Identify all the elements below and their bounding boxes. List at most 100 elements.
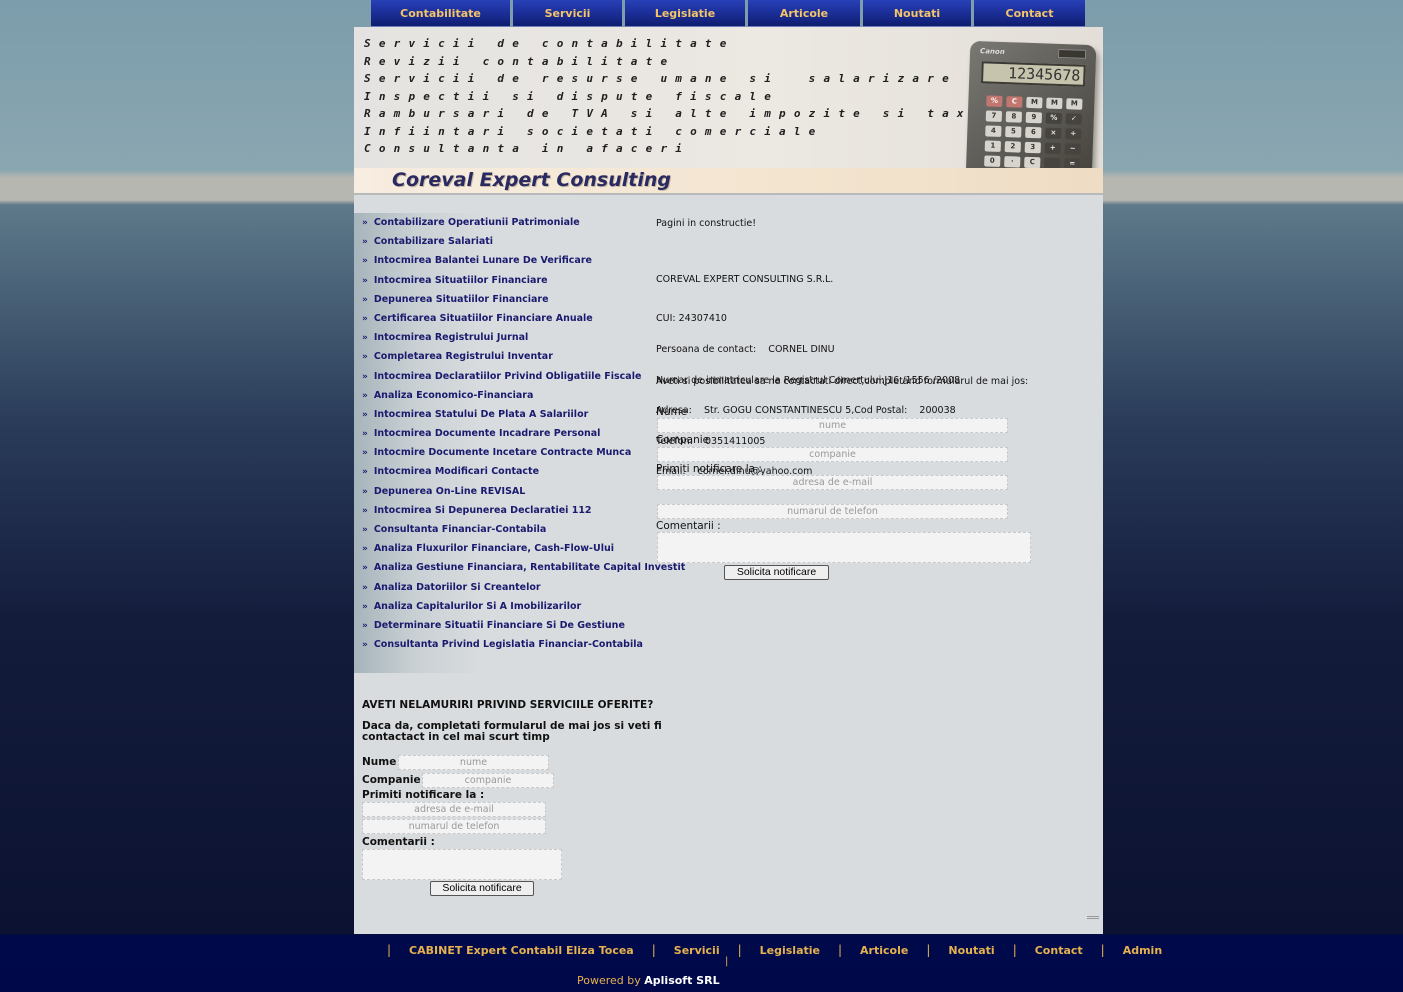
sidebar-item[interactable]: » Intocmirea Modificari Contacte bbox=[354, 462, 646, 481]
header-banner: Servicii de contabilitate Revizii contab… bbox=[354, 27, 1103, 195]
sidebar-item[interactable]: » Intocmire Documente Incetare Contracte … bbox=[354, 443, 646, 462]
sidebar-item[interactable]: » Contabilizare Operatiunii Patrimoniale bbox=[354, 213, 646, 232]
key: 0 bbox=[984, 155, 1001, 167]
sidebar-item-label: Certificarea Situatiilor Financiare Anua… bbox=[373, 312, 593, 324]
key: ✓ bbox=[1065, 113, 1083, 125]
sidebar-item[interactable]: » Intocmirea Declaratiilor Privind Obliga… bbox=[354, 367, 646, 386]
logo-strip: Coreval Expert Consulting bbox=[354, 168, 1103, 195]
footer-separator: | bbox=[926, 943, 931, 957]
left-comments-label: Comentarii : bbox=[362, 836, 435, 848]
sidebar-item[interactable]: » Determinare Situatii Financiare Si De G… bbox=[354, 616, 646, 635]
left-comments-textarea[interactable] bbox=[362, 849, 562, 880]
double-chevron-right-icon: » bbox=[362, 313, 368, 324]
sidebar-item-label: Depunerea Situatiilor Financiare bbox=[373, 293, 549, 305]
key: % bbox=[986, 95, 1003, 107]
sidebar-item[interactable]: » Intocmirea Balantei Lunare De Verificar… bbox=[354, 251, 646, 270]
sidebar-item-label: Consultanta Financiar-Contabila bbox=[373, 524, 547, 535]
footer-link-noutati[interactable]: Noutati bbox=[948, 944, 994, 957]
left-name-input[interactable]: nume bbox=[398, 755, 549, 770]
double-chevron-right-icon: » bbox=[362, 582, 368, 593]
double-chevron-right-icon: » bbox=[362, 620, 368, 631]
key: M bbox=[1026, 96, 1043, 109]
top-navigation: Contabilitate Servicii Legislatie Artico… bbox=[371, 0, 1088, 27]
double-chevron-right-icon: » bbox=[362, 256, 368, 267]
calculator-brand: Canon bbox=[979, 47, 1005, 57]
sidebar-item-label: Intocmirea Declaratiilor Privind Obligat… bbox=[373, 370, 642, 382]
right-comments-textarea[interactable] bbox=[657, 532, 1031, 563]
left-email-input[interactable]: adresa de e-mail bbox=[362, 802, 546, 817]
services-sidebar: » Contabilizare Operatiunii Patrimoniale»… bbox=[354, 213, 685, 673]
nav-tab-legislatie[interactable]: Legislatie bbox=[625, 0, 745, 27]
footer-link-contact[interactable]: Contact bbox=[1035, 944, 1083, 957]
sidebar-item[interactable]: » Intocmirea Registrului Jurnal bbox=[354, 328, 646, 347]
footer-separator: | bbox=[725, 956, 729, 967]
key: 5 bbox=[1005, 126, 1022, 138]
left-form-intro: Daca da, completati formularul de mai jo… bbox=[362, 721, 662, 743]
left-phone-input[interactable]: numarul de telefon bbox=[362, 819, 546, 834]
sidebar-item[interactable]: » Completarea Registrului Inventar bbox=[354, 347, 646, 366]
sidebar-item-label: Consultanta Privind Legislatia Financiar… bbox=[373, 639, 643, 651]
right-name-label: Nume bbox=[656, 406, 688, 418]
left-company-input[interactable]: companie bbox=[422, 773, 554, 788]
nav-tab-noutati[interactable]: Noutati bbox=[863, 0, 971, 27]
powered-by-company[interactable]: Aplisoft SRL bbox=[644, 974, 719, 987]
sidebar-item-label: Analiza Capitalurilor Si A Imobilizarilo… bbox=[373, 600, 582, 612]
sidebar-item[interactable]: » Depunerea Situatiilor Financiare bbox=[354, 290, 646, 309]
key: 2 bbox=[1004, 141, 1021, 153]
sidebar-item-label: Depunerea On-Line REVISAL bbox=[373, 485, 526, 497]
key: C bbox=[1006, 96, 1023, 108]
nav-tab-servicii[interactable]: Servicii bbox=[513, 0, 622, 27]
calculator-keypad: % C M M M 7 8 9 % ✓ 4 5 6 × ÷ 1 2 3 + − bbox=[984, 95, 1083, 170]
double-chevron-right-icon: » bbox=[362, 601, 368, 612]
double-chevron-right-icon: » bbox=[362, 333, 368, 344]
sidebar-item-label: Intocmirea Documente Incadrare Personal bbox=[373, 428, 601, 440]
nav-tab-contact[interactable]: Contact bbox=[974, 0, 1085, 27]
site-logo[interactable]: Coreval Expert Consulting bbox=[392, 169, 671, 191]
sidebar-item[interactable]: » Contabilizare Salariati bbox=[354, 232, 646, 251]
calculator-image: Canon 12345678 % C M M M 7 8 9 % ✓ 4 5 6… bbox=[965, 40, 1097, 186]
sidebar-item[interactable]: » Analiza Gestiune Financiara, Rentabilit… bbox=[354, 558, 685, 577]
right-email-input[interactable]: adresa de e-mail bbox=[657, 475, 1008, 490]
services-list: » Contabilizare Operatiunii Patrimoniale»… bbox=[354, 213, 685, 654]
key: 1 bbox=[984, 140, 1002, 152]
company-name: COREVAL EXPERT CONSULTING S.R.L. bbox=[656, 274, 834, 285]
footer-link-articole[interactable]: Articole bbox=[860, 944, 908, 957]
footer-link-cabinet[interactable]: CABINET Expert Contabil Eliza Tocea bbox=[409, 944, 634, 957]
tagline-line: Revizii contabilitate bbox=[364, 54, 676, 68]
left-notify-label: Primiti notificare la : bbox=[362, 789, 485, 801]
right-phone-input[interactable]: numarul de telefon bbox=[657, 504, 1008, 519]
footer-link-admin[interactable]: Admin bbox=[1123, 944, 1162, 957]
sidebar-item[interactable]: » Intocmirea Si Depunerea Declaratiei 112 bbox=[354, 501, 646, 520]
sidebar-item[interactable]: » Intocmirea Documente Incadrare Personal bbox=[354, 424, 646, 443]
sidebar-item[interactable]: » Analiza Economico-Financiara bbox=[354, 386, 646, 405]
left-form-intro-line2: contactact in cel mai scurt timp bbox=[362, 731, 550, 743]
sidebar-item[interactable]: » Intocmirea Situatiilor Financiare bbox=[354, 271, 646, 290]
key: · bbox=[1004, 156, 1021, 168]
left-submit-button[interactable]: Solicita notificare bbox=[430, 881, 534, 896]
contact-possibility-text: Aveti si posibilitatea sa ne contactati … bbox=[656, 376, 1029, 387]
sidebar-item[interactable]: » Analiza Capitalurilor Si A Imobilizaril… bbox=[354, 597, 646, 616]
double-chevron-right-icon: » bbox=[362, 525, 368, 535]
footer-separator: | bbox=[651, 943, 656, 957]
double-chevron-right-icon: » bbox=[362, 237, 368, 248]
footer-link-legislatie[interactable]: Legislatie bbox=[760, 944, 820, 957]
sidebar-item[interactable]: » Depunerea On-Line REVISAL bbox=[354, 482, 646, 501]
nav-tab-articole[interactable]: Articole bbox=[748, 0, 860, 27]
right-comments-label: Comentarii : bbox=[656, 520, 721, 532]
right-notify-label: Primiti notificare la : bbox=[656, 463, 762, 475]
sidebar-item[interactable]: » Analiza Datoriilor Si Creantelor bbox=[354, 578, 646, 597]
right-company-input[interactable]: companie bbox=[657, 447, 1008, 462]
right-submit-button[interactable]: Solicita notificare bbox=[724, 565, 829, 580]
sidebar-item[interactable]: » Consultanta Privind Legislatia Financia… bbox=[354, 635, 646, 654]
footer-link-servicii[interactable]: Servicii bbox=[674, 944, 720, 957]
sidebar-item[interactable]: » Certificarea Situatiilor Financiare Anu… bbox=[354, 309, 646, 328]
sidebar-item[interactable]: » Analiza Fluxurilor Financiare, Cash-Flo… bbox=[354, 539, 646, 558]
right-name-input[interactable]: nume bbox=[657, 418, 1008, 433]
sidebar-item[interactable]: » Consultanta Financiar-Contabila bbox=[354, 520, 646, 539]
sidebar-item[interactable]: » Intocmirea Statului De Plata A Salariil… bbox=[354, 405, 646, 424]
nav-tab-contabilitate[interactable]: Contabilitate bbox=[371, 0, 510, 27]
key: 3 bbox=[1024, 141, 1041, 154]
sidebar-item-label: Contabilizare Salariati bbox=[373, 236, 494, 248]
footer-navigation: | CABINET Expert Contabil Eliza Tocea | … bbox=[383, 942, 1162, 958]
key: M bbox=[1046, 97, 1063, 110]
